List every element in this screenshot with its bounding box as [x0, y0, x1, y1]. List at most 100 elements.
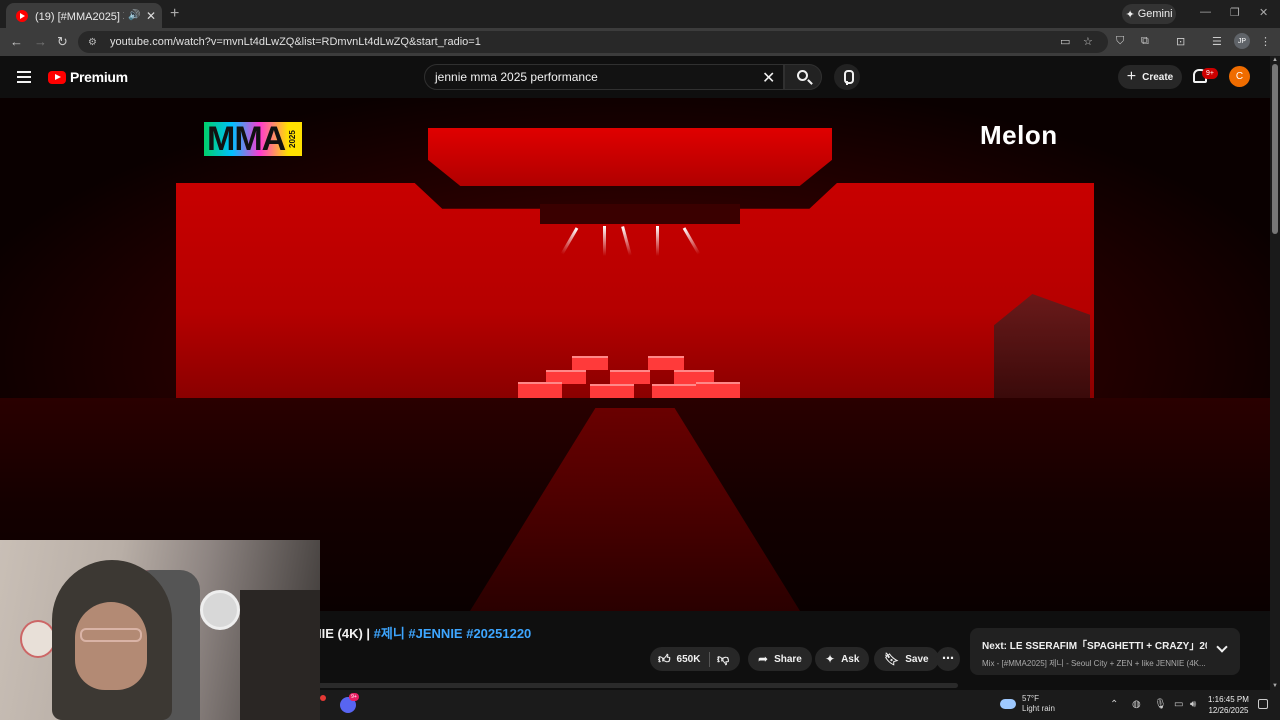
- tab-search-icon[interactable]: ⊡: [1176, 35, 1185, 48]
- streamer-face: [75, 602, 147, 690]
- scroll-down-icon[interactable]: ▼: [1272, 683, 1278, 689]
- restore-icon[interactable]: ❐: [1230, 6, 1240, 19]
- chevron-down-icon[interactable]: [1216, 641, 1228, 653]
- pillow: [20, 620, 56, 658]
- browser-tab-strip: (19) [#MMA2025] 제니 - Se 🔊 ✕ + ✦ Gemini —…: [0, 0, 1280, 28]
- close-tab-icon[interactable]: ✕: [146, 9, 156, 23]
- youtube-play-logo-icon: [48, 70, 66, 84]
- close-window-icon[interactable]: ✕: [1259, 6, 1268, 19]
- video-title: IIE (4K) | #제니 #JENNIE #20251220: [318, 623, 531, 642]
- stage-riser: [572, 356, 608, 370]
- light-beam: [656, 226, 659, 256]
- search-query[interactable]: jennie mma 2025 performance: [435, 70, 598, 84]
- youtube-header: Premium jennie mma 2025 performance ✕ + …: [0, 56, 1270, 98]
- up-next-card[interactable]: Next: LE SSERAFIM「SPAGHETTI + CRAZY」2025…: [970, 628, 1240, 675]
- video-title-hashtags[interactable]: #제니 #JENNIE #20251220: [374, 626, 532, 641]
- stage-top-screen: [428, 128, 832, 186]
- weather-widget[interactable]: 57°F Light rain: [1000, 694, 1055, 714]
- webcam-overlay: [0, 540, 320, 720]
- tab-title: (19) [#MMA2025] 제니 - Se: [35, 10, 124, 23]
- account-avatar[interactable]: C: [1229, 66, 1250, 87]
- plus-icon: +: [1126, 68, 1137, 85]
- gemini-label: Gemini: [1137, 8, 1173, 20]
- clock-date: 12/26/2025: [1208, 706, 1249, 715]
- mma-logo-year: 2025: [288, 122, 303, 156]
- speaker-icon[interactable]: 🔊: [128, 10, 140, 21]
- desk-fan: [200, 590, 240, 630]
- more-actions-button[interactable]: ⋯: [936, 647, 960, 671]
- wifi-display-icon[interactable]: ▭: [1174, 699, 1183, 710]
- site-info-icon[interactable]: ⚙: [88, 37, 102, 48]
- video-player[interactable]: MMA 2025 Melon: [0, 98, 1270, 611]
- browser-toolbar: ← → ↻ ⚙ youtube.com/watch?v=mvnLt4dLwZQ&…: [0, 28, 1280, 56]
- microphone-icon[interactable]: 🎙︎: [1154, 699, 1167, 710]
- rain-cloud-icon: [1000, 699, 1016, 709]
- browser-tab-youtube[interactable]: (19) [#MMA2025] 제니 - Se 🔊 ✕: [6, 3, 162, 28]
- reload-icon[interactable]: ↻: [57, 34, 68, 50]
- share-button[interactable]: ➦ Share: [748, 647, 812, 671]
- mma-2025-logo: MMA 2025: [204, 122, 303, 156]
- stage-riser: [696, 382, 740, 398]
- search-input[interactable]: jennie mma 2025 performance: [424, 64, 784, 90]
- browser-menu-icon[interactable]: ⋮: [1260, 35, 1271, 48]
- next-playlist: Mix - [#MMA2025] 제니 - Seoul City + ZEN +…: [982, 659, 1206, 668]
- recording-dot-icon: [320, 695, 326, 701]
- bookmark-star-icon[interactable]: ☆: [1083, 35, 1093, 48]
- stage-riser: [610, 370, 650, 384]
- cast-icon[interactable]: ▭: [1060, 35, 1070, 48]
- mma-logo-text: MMA: [204, 122, 289, 156]
- notification-badge: 9+: [1202, 68, 1218, 79]
- thumbs-up-icon: 👍︎: [658, 651, 671, 666]
- sparkle-icon: ✦: [1125, 8, 1135, 21]
- create-label: Create: [1142, 71, 1174, 83]
- save-button[interactable]: 🔖︎ Save: [874, 647, 939, 671]
- new-tab-button[interactable]: +: [170, 5, 179, 23]
- like-button[interactable]: 👍︎ 650K: [650, 651, 710, 667]
- stage-riser: [652, 384, 696, 398]
- thumbs-down-icon: 👎︎: [717, 651, 730, 666]
- extensions-icon[interactable]: ⧉: [1141, 35, 1149, 48]
- clock-time: 1:16:45 PM: [1208, 695, 1249, 704]
- video-title-text: IIE (4K) |: [318, 626, 374, 641]
- back-arrow-icon[interactable]: ←: [10, 34, 23, 49]
- search-icon: [797, 70, 808, 81]
- scroll-up-icon[interactable]: ▲: [1272, 57, 1278, 63]
- search-button[interactable]: [784, 64, 822, 90]
- shield-icon[interactable]: ⛉: [1116, 35, 1124, 48]
- clear-search-icon[interactable]: ✕: [762, 68, 775, 88]
- sparkle-icon: ✦: [825, 652, 836, 666]
- page-scrollbar[interactable]: ▲ ▼: [1270, 56, 1280, 690]
- network-app-icon[interactable]: ◍: [1132, 699, 1141, 710]
- url-text[interactable]: youtube.com/watch?v=mvnLt4dLwZQ&list=RDm…: [110, 36, 481, 48]
- share-arrow-icon: ➦: [758, 652, 769, 666]
- system-clock[interactable]: 1:16:45 PM 12/26/2025: [1208, 694, 1249, 716]
- minimize-icon[interactable]: —: [1200, 6, 1211, 18]
- notification-center-icon[interactable]: [1258, 699, 1268, 709]
- scrollbar-thumb[interactable]: [1272, 64, 1278, 234]
- stage-riser: [648, 356, 684, 370]
- show-hidden-icons-chevron-icon[interactable]: ⌃: [1110, 699, 1118, 710]
- forward-arrow-icon[interactable]: →: [34, 34, 47, 49]
- horizontal-scrollbar[interactable]: [318, 683, 958, 688]
- ask-button[interactable]: ✦ Ask: [815, 647, 870, 671]
- address-bar[interactable]: ⚙ youtube.com/watch?v=mvnLt4dLwZQ&list=R…: [78, 31, 1108, 53]
- gemini-button[interactable]: ✦ Gemini: [1122, 4, 1176, 24]
- discord-badge: 9+: [349, 693, 359, 701]
- like-dislike-group: 👍︎ 650K 👎︎: [650, 647, 740, 671]
- next-title: Next: LE SSERAFIM「SPAGHETTI + CRAZY」2025…: [982, 637, 1207, 652]
- weather-temp: 57°F: [1022, 694, 1039, 703]
- youtube-premium-logo[interactable]: Premium: [48, 69, 128, 85]
- voice-search-button[interactable]: [834, 64, 860, 90]
- reading-list-icon[interactable]: ☰: [1212, 35, 1222, 48]
- dislike-button[interactable]: 👎︎: [710, 652, 729, 667]
- next-prefix: Next:: [982, 641, 1008, 652]
- hamburger-menu-icon[interactable]: [17, 71, 31, 83]
- create-button[interactable]: + Create: [1118, 65, 1182, 89]
- browser-profile-avatar[interactable]: JP: [1234, 33, 1250, 49]
- volume-icon[interactable]: 🔊︎: [1190, 699, 1196, 710]
- light-beam: [603, 226, 606, 256]
- next-video-title: LE SSERAFIM「SPAGHETTI + CRAZY」2025...: [1009, 641, 1207, 652]
- windows-taskbar: 9+ 57°F Light rain ⌃ ◍ 🎙︎ ▭ 🔊︎ 1:16:45 P…: [320, 690, 1280, 720]
- lighting-rig: [540, 204, 740, 224]
- bookmark-icon: 🔖︎: [884, 652, 900, 666]
